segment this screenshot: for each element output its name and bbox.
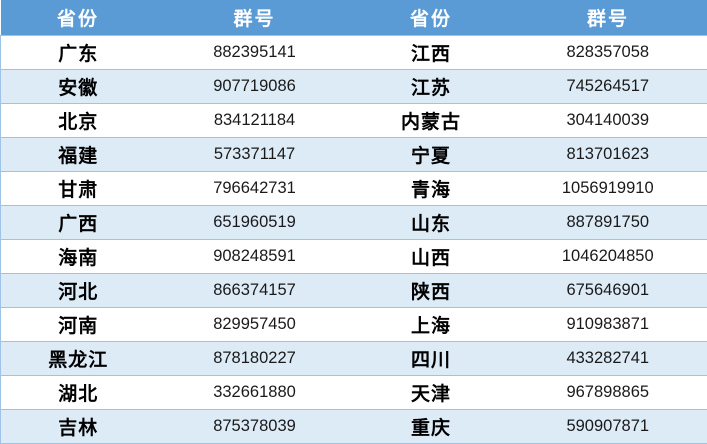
left-group-number-cell: 875378039 [155,408,354,444]
left-group-number-cell: 573371147 [155,136,354,171]
left-province-cell: 广东 [0,34,156,69]
right-province-cell: 内蒙古 [353,102,509,137]
table-row: 吉林 875378039 重庆 590907871 [0,408,707,444]
left-group-number-cell: 651960519 [155,204,354,239]
left-group-number-cell: 866374157 [155,272,354,307]
right-province-cell: 四川 [353,340,509,375]
right-province-cell: 上海 [353,306,509,341]
left-group-number-cell: 332661880 [155,374,354,409]
right-group-number-cell: 1056919910 [508,170,707,205]
table-row: 黑龙江 878180227 四川 433282741 [0,340,707,375]
left-group-number-cell: 834121184 [155,102,354,137]
right-group-number-cell: 967898865 [508,374,707,409]
header-row: 省份 群号 省份 群号 [0,0,707,35]
header-province-right: 省份 [409,7,452,30]
right-province-cell: 青海 [353,170,509,205]
right-province-cell: 江苏 [353,68,509,103]
table-row: 广西 651960519 山东 887891750 [0,204,707,239]
right-province-cell: 山西 [353,238,509,273]
left-province-cell: 河南 [0,306,156,341]
table-row: 甘肃 796642731 青海 1056919910 [0,170,707,205]
right-group-number-cell: 745264517 [508,68,707,103]
right-province-cell: 江西 [353,34,509,69]
left-province-cell: 北京 [0,102,156,137]
header-group-left: 群号 [233,7,276,30]
right-province-cell: 宁夏 [353,136,509,171]
right-group-number-cell: 887891750 [508,204,707,239]
table-row: 海南 908248591 山西 1046204850 [0,238,707,273]
left-group-number-cell: 878180227 [155,340,354,375]
left-province-cell: 广西 [0,204,156,239]
left-group-number-cell: 882395141 [155,34,354,69]
right-group-number-cell: 590907871 [508,408,707,444]
table-row: 河南 829957450 上海 910983871 [0,306,707,341]
table-row: 河北 866374157 陕西 675646901 [0,272,707,307]
table-row: 福建 573371147 宁夏 813701623 [0,136,707,171]
right-group-number-cell: 433282741 [508,340,707,375]
right-group-number-cell: 1046204850 [508,238,707,273]
right-province-cell: 山东 [353,204,509,239]
table-body: 广东 882395141 江西 828357058 安徽 907719086 江苏 74526… [0,34,707,444]
left-province-cell: 湖北 [0,374,156,409]
left-province-cell: 吉林 [0,408,156,444]
province-group-table: 省份 群号 省份 群号 广东 882395141 江西 828357058 安徽 9077… [0,0,707,444]
right-group-number-cell: 675646901 [508,272,707,307]
right-group-number-cell: 828357058 [508,34,707,69]
left-province-cell: 黑龙江 [0,340,156,375]
table-row: 北京 834121184 内蒙古 304140039 [0,102,707,137]
left-province-cell: 安徽 [0,68,156,103]
left-group-number-cell: 829957450 [155,306,354,341]
right-group-number-cell: 910983871 [508,306,707,341]
left-province-cell: 甘肃 [0,170,156,205]
header-province-left: 省份 [56,7,99,30]
left-group-number-cell: 796642731 [155,170,354,205]
table-row: 安徽 907719086 江苏 745264517 [0,68,707,103]
left-province-cell: 福建 [0,136,156,171]
header-group-right: 群号 [586,7,629,30]
right-group-number-cell: 813701623 [508,136,707,171]
right-group-number-cell: 304140039 [508,102,707,137]
right-province-cell: 重庆 [353,408,509,444]
table-row: 广东 882395141 江西 828357058 [0,34,707,69]
table-row: 湖北 332661880 天津 967898865 [0,374,707,409]
left-group-number-cell: 907719086 [155,68,354,103]
right-province-cell: 陕西 [353,272,509,307]
left-province-cell: 海南 [0,238,156,273]
left-province-cell: 河北 [0,272,156,307]
table-header: 省份 群号 省份 群号 [0,0,707,35]
left-group-number-cell: 908248591 [155,238,354,273]
right-province-cell: 天津 [353,374,509,409]
